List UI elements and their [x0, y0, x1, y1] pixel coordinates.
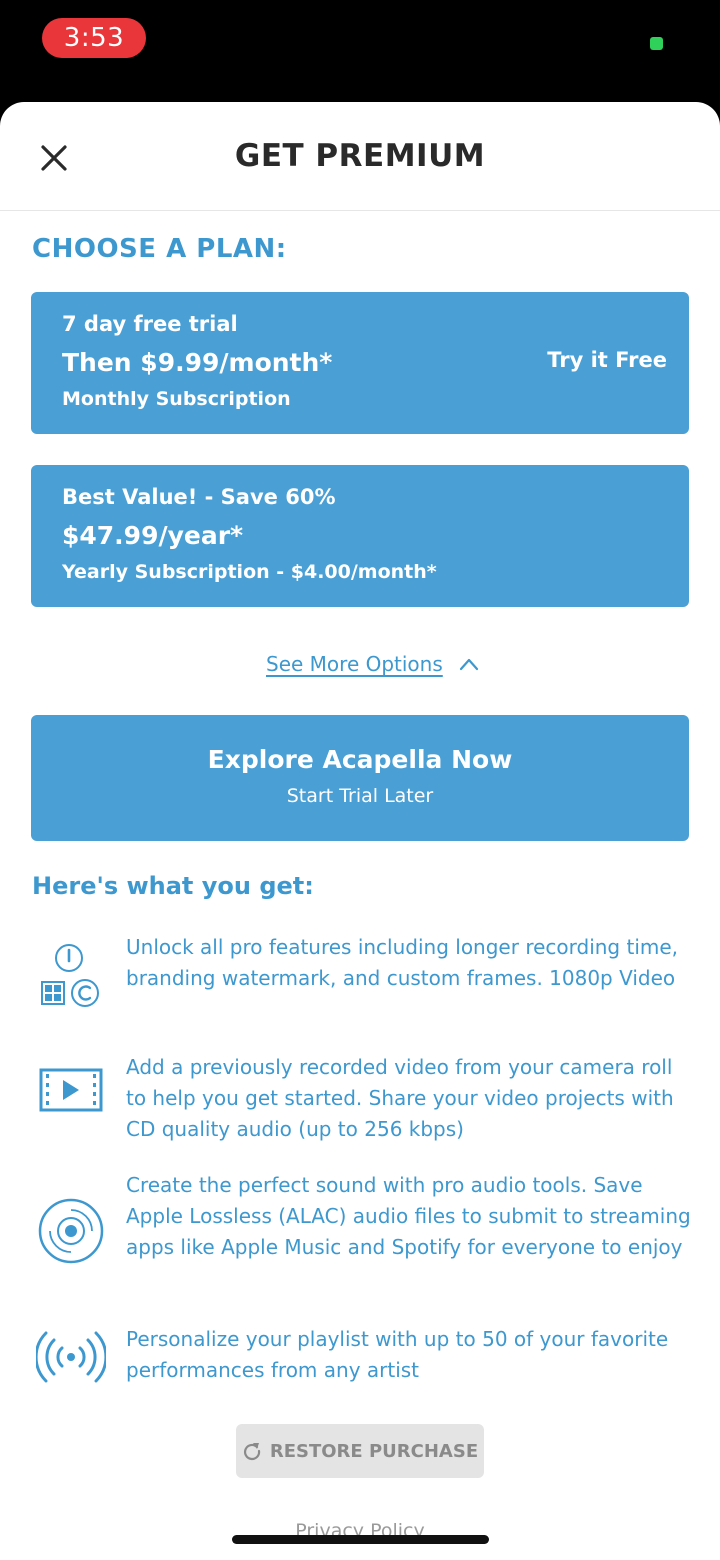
battery-icon: [650, 37, 663, 50]
explore-subtitle: Start Trial Later: [286, 785, 434, 807]
page-title: GET PREMIUM: [234, 138, 486, 174]
broadcast-icon: [36, 1331, 106, 1383]
pro-features-icon: [41, 944, 99, 1007]
choose-plan-heading: CHOOSE A PLAN:: [32, 234, 287, 264]
screen: 3:53 GET PREMIUM CHOOSE A PLAN: 7 day fr…: [0, 0, 720, 1560]
see-more-label: See More Options: [266, 652, 443, 676]
refresh-icon: [243, 1443, 260, 1460]
benefit-text: Unlock all pro features including longer…: [126, 935, 679, 990]
benefit-text: Personalize your playlist with up to 50 …: [126, 1327, 669, 1382]
chevron-up-icon: [459, 658, 478, 671]
plan-monthly-trial: 7 day free trial: [62, 312, 238, 336]
status-time[interactable]: 3:53: [42, 18, 146, 58]
plan-yearly-label: Yearly Subscription - $4.00/month*: [62, 561, 437, 583]
plan-monthly-label: Monthly Subscription: [62, 388, 291, 410]
restore-purchase-button[interactable]: RESTORE PURCHASE: [236, 1424, 484, 1478]
video-film-icon: [39, 1068, 103, 1112]
sheet-header: GET PREMIUM: [0, 102, 720, 211]
disc-icon: [38, 1198, 104, 1264]
benefit-text: Create the perfect sound with pro audio …: [126, 1173, 691, 1259]
plan-yearly-button[interactable]: Best Value! - Save 60% $47.99/year* Year…: [31, 465, 689, 607]
explore-title: Explore Acapella Now: [207, 745, 513, 774]
plan-yearly-badge: Best Value! - Save 60%: [62, 485, 336, 509]
benefit-text: Add a previously recorded video from you…: [126, 1055, 674, 1141]
benefits-heading: Here's what you get:: [32, 872, 314, 900]
plan-monthly-price: Then $9.99/month*: [62, 348, 333, 377]
status-bar: 3:53: [0, 0, 720, 100]
plan-yearly-price: $47.99/year*: [62, 521, 244, 550]
restore-label: RESTORE PURCHASE: [269, 1440, 479, 1462]
explore-now-button[interactable]: Explore Acapella Now Start Trial Later: [31, 715, 689, 841]
premium-sheet: GET PREMIUM CHOOSE A PLAN: 7 day free tr…: [0, 102, 720, 1560]
plan-monthly-button[interactable]: 7 day free trial Then $9.99/month* Month…: [31, 292, 689, 434]
see-more-options-link[interactable]: See More Options: [266, 652, 479, 676]
home-indicator[interactable]: [232, 1535, 489, 1544]
plan-monthly-cta: Try it Free: [547, 348, 667, 372]
